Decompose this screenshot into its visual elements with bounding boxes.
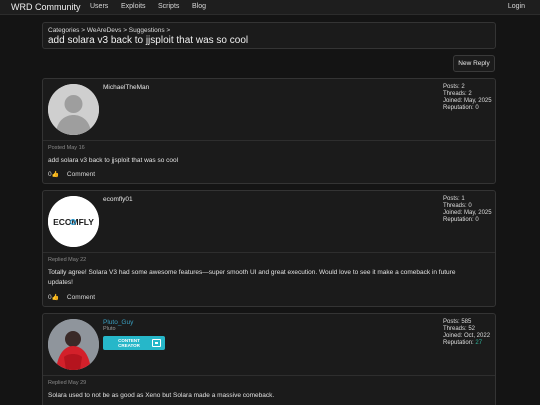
stat-posts: Posts: 1 xyxy=(443,196,465,202)
stat-threads: Threads: 0 xyxy=(443,203,472,209)
site-brand[interactable]: WRD Community xyxy=(11,2,81,12)
post-body: Totally agree! Solara V3 had some awesom… xyxy=(48,268,487,288)
ecomfly-logo-text: ECOMFLY xyxy=(53,217,94,227)
user-photo-icon xyxy=(48,319,99,370)
nav-blog[interactable]: Blog xyxy=(192,3,206,10)
stat-joined: Joined: Oct, 2022 xyxy=(443,333,491,339)
post-username[interactable]: ecomfly01 xyxy=(103,196,133,203)
post-card: ECOMFLY ecomfly01 Posts: 1 Threads: 0 Jo… xyxy=(42,190,496,307)
thumbs-up-icon: 👍 xyxy=(51,172,60,178)
top-navbar: WRD Community Users Exploits Scripts Blo… xyxy=(0,0,540,15)
post-username[interactable]: MichaelTheMan xyxy=(103,84,149,91)
thread-header: Categories > WeAreDevs > Suggestions > a… xyxy=(42,22,496,49)
post-body: Solara used to not be as good as Xeno bu… xyxy=(48,392,275,399)
post-username[interactable]: Pluto_Guy xyxy=(103,319,133,326)
content-creator-badge: CONTENT CREATOR xyxy=(103,336,165,350)
stat-threads: Threads: 52 xyxy=(443,326,476,332)
post-date: Posted May 16 xyxy=(48,145,85,151)
stat-joined: Joined: May, 2025 xyxy=(443,210,492,216)
stat-threads: Threads: 2 xyxy=(443,91,472,97)
user-stats: Posts: 2 Threads: 2 Joined: May, 2025 Re… xyxy=(443,84,492,112)
post-body-line: updates! xyxy=(48,279,73,286)
post-body-line: Totally agree! Solara V3 had some awesom… xyxy=(48,269,456,276)
avatar[interactable] xyxy=(48,84,99,135)
comment-button[interactable]: Comment xyxy=(67,171,95,178)
page-title: add solara v3 back to jjsploit that was … xyxy=(48,35,249,46)
stat-reputation: Reputation: 0 xyxy=(443,105,479,111)
avatar[interactable] xyxy=(48,319,99,370)
user-stats: Posts: 585 Threads: 52 Joined: Oct, 2022… xyxy=(443,319,490,347)
reputation-value: 27 xyxy=(475,340,483,346)
reputation-label: Reputation: xyxy=(443,340,474,346)
breadcrumb[interactable]: Categories > WeAreDevs > Suggestions > xyxy=(48,27,170,34)
post-date: Replied May 22 xyxy=(48,257,87,263)
post-actions: 0👍 Comment xyxy=(48,294,95,301)
post-date: Replied May 29 xyxy=(48,380,87,386)
thumbs-up-icon: 👍 xyxy=(51,295,60,301)
login-link[interactable]: Login xyxy=(508,3,525,10)
stat-reputation: Reputation: 0 xyxy=(443,217,479,223)
post-card: MichaelTheMan Posts: 2 Threads: 2 Joined… xyxy=(42,78,496,184)
ecomfly-logo-icon: ECOMFLY xyxy=(48,196,99,247)
nav-scripts[interactable]: Scripts xyxy=(158,3,179,10)
divider xyxy=(43,140,495,141)
post-card: Pluto_Guy Pluto CONTENT CREATOR Posts: 5… xyxy=(42,313,496,405)
comment-button[interactable]: Comment xyxy=(67,294,95,301)
like-button[interactable]: 0👍 xyxy=(48,294,59,301)
stat-posts: Posts: 2 xyxy=(443,84,465,90)
divider xyxy=(43,252,495,253)
nav-exploits[interactable]: Exploits xyxy=(121,3,146,10)
post-body: add solara v3 back to jjsploit that was … xyxy=(48,157,179,164)
badge-line: CREATOR xyxy=(118,343,140,348)
user-stats: Posts: 1 Threads: 0 Joined: May, 2025 Re… xyxy=(443,196,492,224)
badge-label: CONTENT CREATOR xyxy=(109,338,149,348)
like-button[interactable]: 0👍 xyxy=(48,171,59,178)
avatar[interactable]: ECOMFLY xyxy=(48,196,99,247)
new-reply-button[interactable]: New Reply xyxy=(453,55,495,72)
stat-joined: Joined: May, 2025 xyxy=(443,98,492,104)
post-actions: 0👍 Comment xyxy=(48,171,95,178)
nav-users[interactable]: Users xyxy=(90,3,108,10)
stat-reputation: Reputation: 27 xyxy=(443,340,490,347)
stat-posts: Posts: 585 xyxy=(443,319,472,325)
user-subtitle: Pluto xyxy=(103,326,116,332)
default-user-icon xyxy=(48,84,99,135)
monitor-icon xyxy=(152,339,161,347)
divider xyxy=(43,375,495,376)
